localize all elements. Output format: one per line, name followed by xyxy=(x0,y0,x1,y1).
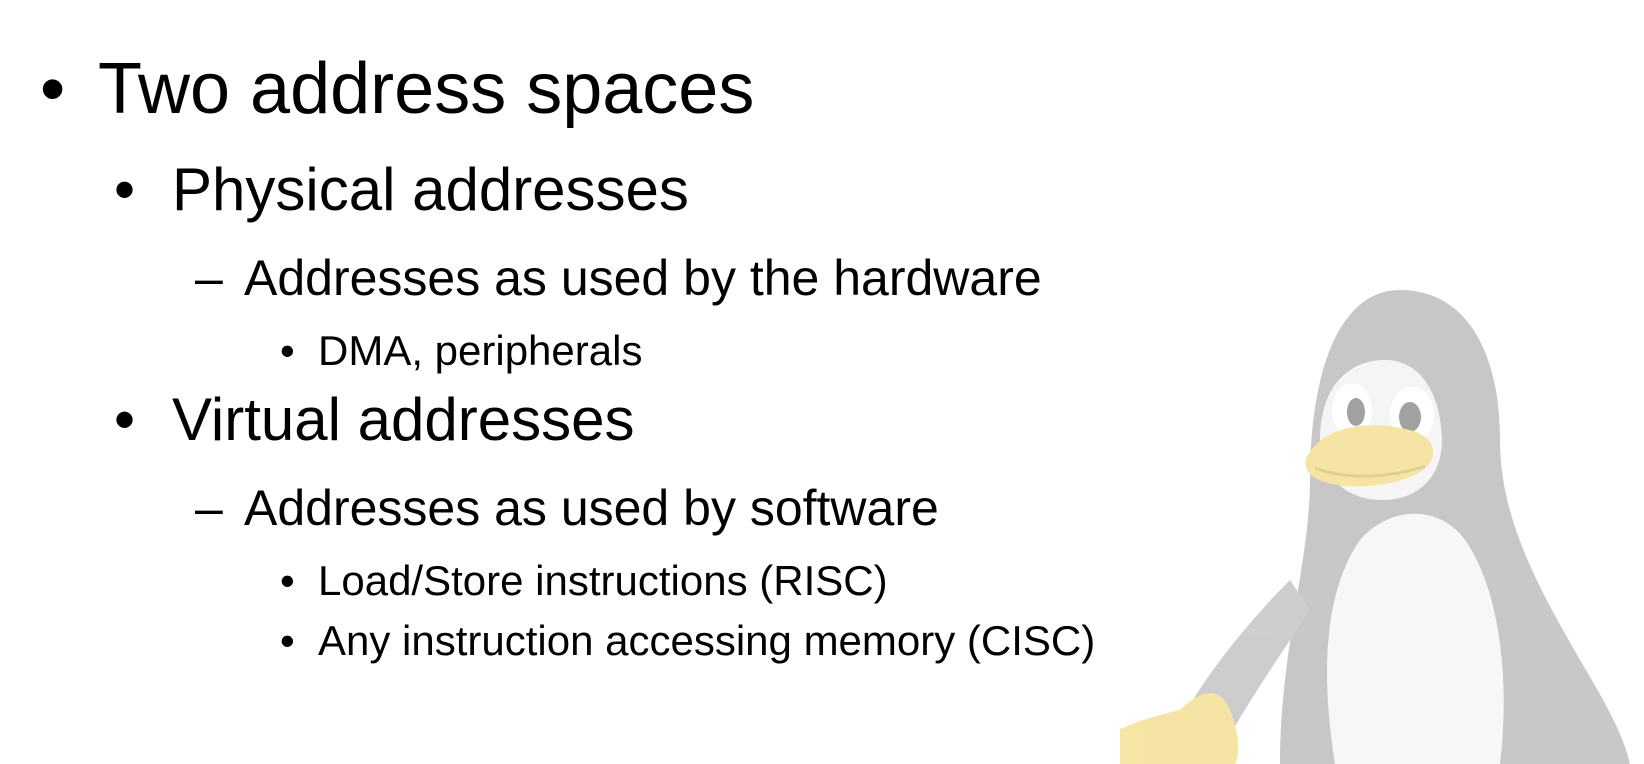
bullet-marker: • xyxy=(40,49,66,129)
bullet-software-addresses: Addresses as used by software xyxy=(244,480,939,536)
bullet-marker: • xyxy=(114,386,136,453)
bullet-hardware-addresses: Addresses as used by the hardware xyxy=(244,250,1042,306)
bullet-any-instruction-cisc: Any instruction accessing memory (CISC) xyxy=(318,617,1096,664)
dash-marker: – xyxy=(195,250,223,306)
bullet-virtual-addresses: Virtual addresses xyxy=(172,386,635,453)
bullet-load-store-risc: Load/Store instructions (RISC) xyxy=(318,557,888,604)
bullet-marker: • xyxy=(280,557,295,604)
bullet-physical-addresses: Physical addresses xyxy=(172,156,689,223)
slide: • Two address spaces • Physical addresse… xyxy=(0,0,1644,764)
bullet-marker: • xyxy=(280,327,295,374)
bullet-marker: • xyxy=(114,156,136,223)
bullet-marker: • xyxy=(280,617,295,664)
bullet-dma-peripherals: DMA, peripherals xyxy=(318,327,643,374)
bullet-two-address-spaces: Two address spaces xyxy=(98,49,755,129)
dash-marker: – xyxy=(195,480,223,536)
tux-penguin-icon xyxy=(1120,290,1630,764)
